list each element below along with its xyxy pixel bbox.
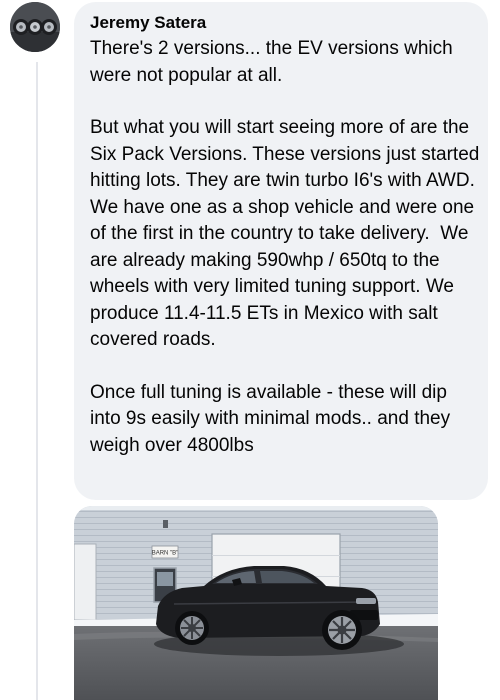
comment-bubble: Jeremy Satera There's 2 versions... the … [74, 2, 488, 500]
barn-sign-text: BARN "B" [152, 551, 179, 557]
avatar-wheels-icon [10, 2, 60, 52]
comment-paragraph: But what you will start seeing more of a… [90, 117, 485, 350]
comment-thread: Jeremy Satera There's 2 versions... the … [0, 0, 500, 700]
comment-attached-photo[interactable]: BARN "B" [74, 506, 438, 700]
comment-paragraph: Once full tuning is available - these wi… [90, 381, 456, 456]
comment-author-name[interactable]: Jeremy Satera [90, 12, 206, 34]
avatar[interactable] [10, 2, 60, 52]
comment-paragraph: There's 2 versions... the EV versions wh… [90, 38, 458, 86]
car-photo: BARN "B" [74, 506, 438, 700]
comment-body: There's 2 versions... the EV versions wh… [90, 36, 480, 459]
thread-connector-line [36, 62, 38, 700]
